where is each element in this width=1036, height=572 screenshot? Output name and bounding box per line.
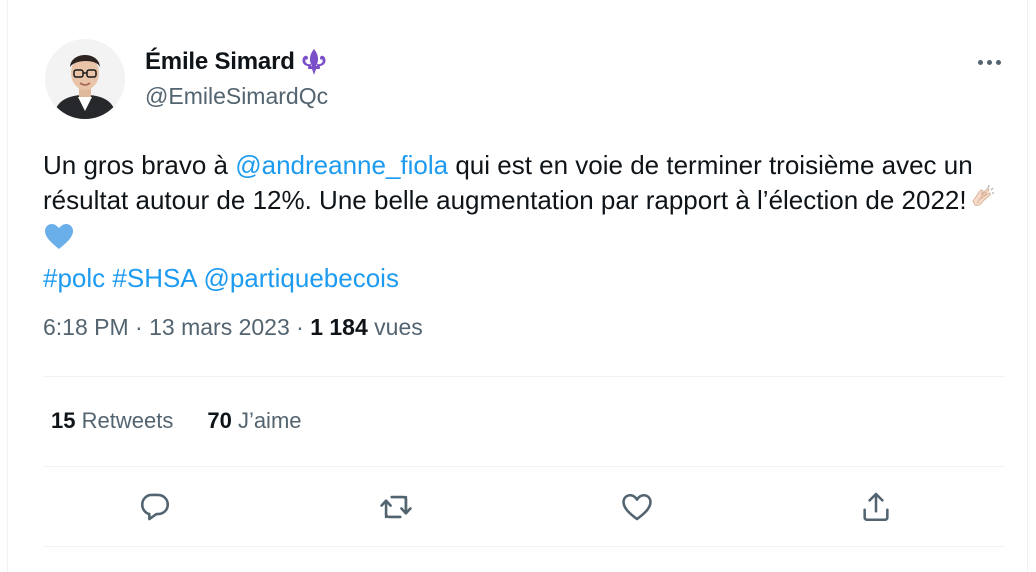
tweet-meta: 6:18 PM · 13 mars 2023 · 1 184 vues xyxy=(43,314,423,341)
share-icon xyxy=(863,492,889,522)
divider xyxy=(43,546,1005,547)
views-count: 1 184 xyxy=(310,314,368,340)
like-button[interactable] xyxy=(617,487,657,527)
meta-separator: · xyxy=(289,314,311,340)
more-options-icon[interactable] xyxy=(974,52,1004,72)
hashtag-link[interactable]: #polc xyxy=(43,263,105,293)
retweet-icon xyxy=(380,495,412,519)
meta-separator: · xyxy=(128,314,150,340)
clapping-hands-icon xyxy=(967,183,997,222)
mention-link[interactable]: @andreanne_fiola xyxy=(235,150,448,180)
blue-heart-icon xyxy=(43,222,75,261)
hashtag-link[interactable]: #SHSA xyxy=(112,263,196,293)
likes-count: 70 xyxy=(207,408,232,433)
views-label: vues xyxy=(374,314,423,340)
tweet-text: Un gros bravo à @andreanne_fiola qui est… xyxy=(43,148,1003,296)
likes-stat[interactable]: 70 J’aime xyxy=(207,408,301,434)
likes-label: J’aime xyxy=(237,408,302,433)
author-handle[interactable]: @EmileSimardQc xyxy=(145,83,328,110)
dot xyxy=(995,59,1001,65)
author-display-name[interactable]: Émile Simard xyxy=(145,48,295,76)
retweet-button[interactable] xyxy=(376,487,416,527)
like-icon xyxy=(622,493,652,521)
avatar[interactable] xyxy=(45,39,125,119)
divider xyxy=(43,376,1005,377)
retweets-label: Retweets xyxy=(81,408,174,433)
tweet-date[interactable]: 13 mars 2023 xyxy=(149,314,290,340)
tweet-text-part: Un gros bravo à xyxy=(43,150,236,180)
dot xyxy=(977,59,983,65)
dot xyxy=(986,59,992,65)
tweet-stats: 15 Retweets 70 J’aime xyxy=(51,408,302,434)
avatar-photo xyxy=(45,39,125,119)
retweets-count: 15 xyxy=(51,408,76,433)
retweets-stat[interactable]: 15 Retweets xyxy=(51,408,173,434)
divider xyxy=(43,466,1005,467)
author-name[interactable]: Émile Simard xyxy=(145,47,331,77)
reply-button[interactable] xyxy=(135,487,175,527)
mention-link[interactable]: @partiquebecois xyxy=(203,263,399,293)
tweet-card: Émile Simard @EmileSimardQc Un gros brav… xyxy=(7,0,1028,572)
share-button[interactable] xyxy=(856,487,896,527)
tweet-time[interactable]: 6:18 PM xyxy=(43,314,129,340)
fleur-de-lis-icon xyxy=(297,47,331,77)
reply-icon xyxy=(140,493,170,521)
